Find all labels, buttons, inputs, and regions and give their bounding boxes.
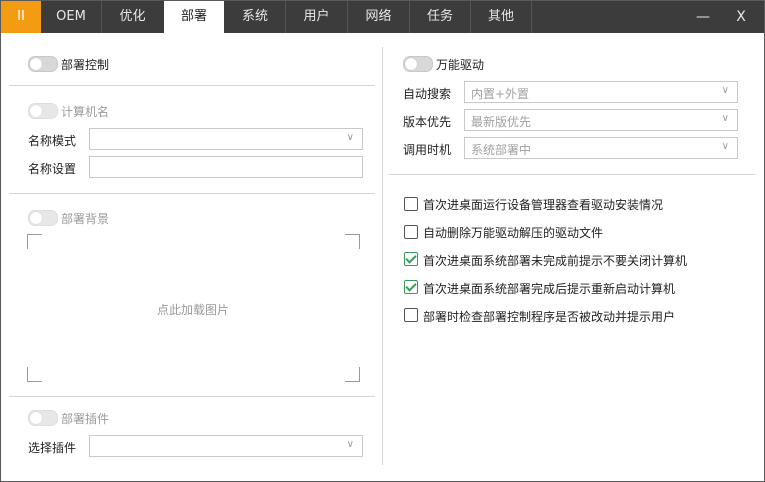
- tab-separator: [531, 1, 532, 33]
- checkbox-label: 首次进桌面系统部署完成后提示重新启动计算机: [423, 282, 676, 296]
- deploy-plugin-toggle[interactable]: [28, 410, 58, 426]
- load-image-text: 点此加载图片: [157, 303, 230, 317]
- tab-task[interactable]: 任务: [410, 1, 470, 33]
- call-timing-value: 系统部署中: [471, 143, 532, 157]
- deploy-background-label: 部署背景: [61, 212, 110, 226]
- auto-search-label: 自动搜索: [403, 87, 452, 101]
- chevron-down-icon: ∨: [346, 132, 354, 143]
- chevron-down-icon: ∨: [721, 85, 729, 96]
- title-bar: II OEM 优化 部署 系统 用户 网络 任务 其他 — X: [1, 1, 764, 33]
- divider: [9, 193, 375, 194]
- checkbox-prompt-restart[interactable]: [404, 280, 418, 294]
- call-timing-label: 调用时机: [403, 143, 452, 157]
- app-logo: II: [1, 1, 41, 33]
- auto-search-select[interactable]: 内置+外置 ∨: [464, 81, 738, 103]
- corner-mark: [345, 367, 360, 382]
- checkbox-label: 自动删除万能驱动解压的驱动文件: [423, 226, 604, 240]
- tab-oem[interactable]: OEM: [41, 1, 101, 33]
- tab-network[interactable]: 网络: [348, 1, 409, 33]
- close-button[interactable]: X: [723, 1, 759, 33]
- checkbox-label: 首次进桌面运行设备管理器查看驱动安装情况: [423, 198, 664, 212]
- computer-name-toggle[interactable]: [28, 103, 58, 119]
- tab-user[interactable]: 用户: [286, 1, 347, 33]
- corner-mark: [27, 367, 42, 382]
- name-setting-label: 名称设置: [28, 162, 77, 176]
- tab-other[interactable]: 其他: [471, 1, 531, 33]
- minimize-button[interactable]: —: [685, 1, 721, 33]
- divider: [9, 85, 375, 86]
- checkbox-device-manager[interactable]: [404, 197, 418, 211]
- computer-name-label: 计算机名: [61, 105, 110, 119]
- tab-deploy[interactable]: 部署: [164, 1, 224, 33]
- call-timing-select[interactable]: 系统部署中 ∨: [464, 137, 738, 159]
- tab-optimize[interactable]: 优化: [102, 1, 163, 33]
- app-window: II OEM 优化 部署 系统 用户 网络 任务 其他 — X 部署控制 计算机…: [0, 0, 765, 482]
- divider: [9, 396, 375, 397]
- tab-system[interactable]: 系统: [225, 1, 285, 33]
- universal-driver-toggle[interactable]: [403, 56, 433, 72]
- universal-driver-label: 万能驱动: [436, 58, 485, 72]
- divider: [389, 174, 755, 175]
- checkbox-check-tamper[interactable]: [404, 308, 418, 322]
- version-priority-select[interactable]: 最新版优先 ∨: [464, 109, 738, 131]
- deploy-control-toggle[interactable]: [28, 56, 58, 72]
- checkbox-label: 首次进桌面系统部署未完成前提示不要关闭计算机: [423, 254, 688, 268]
- name-mode-label: 名称模式: [28, 134, 77, 148]
- corner-mark: [345, 234, 360, 249]
- corner-mark: [27, 234, 42, 249]
- deploy-background-toggle[interactable]: [28, 210, 58, 226]
- checkbox-warn-not-shutdown[interactable]: [404, 252, 418, 266]
- deploy-plugin-label: 部署插件: [61, 412, 110, 426]
- checkbox-delete-driver-files[interactable]: [404, 225, 418, 239]
- auto-search-value: 内置+外置: [471, 87, 530, 101]
- name-mode-select[interactable]: ∨: [89, 128, 363, 150]
- select-plugin-select[interactable]: ∨: [89, 435, 363, 457]
- deploy-control-label: 部署控制: [61, 58, 110, 72]
- chevron-down-icon: ∨: [721, 113, 729, 124]
- name-setting-input[interactable]: [89, 156, 363, 178]
- chevron-down-icon: ∨: [721, 141, 729, 152]
- column-divider: [382, 47, 383, 465]
- version-priority-value: 最新版优先: [471, 115, 532, 129]
- background-image-area[interactable]: 点此加载图片: [27, 234, 360, 382]
- select-plugin-label: 选择插件: [28, 441, 77, 455]
- checkbox-label: 部署时检查部署控制程序是否被改动并提示用户: [423, 310, 676, 324]
- chevron-down-icon: ∨: [346, 439, 354, 450]
- deploy-panel: 部署控制 计算机名 名称模式 ∨ 名称设置 部署背景 点此加载图片 部署插件 选…: [1, 33, 764, 481]
- version-priority-label: 版本优先: [403, 115, 452, 129]
